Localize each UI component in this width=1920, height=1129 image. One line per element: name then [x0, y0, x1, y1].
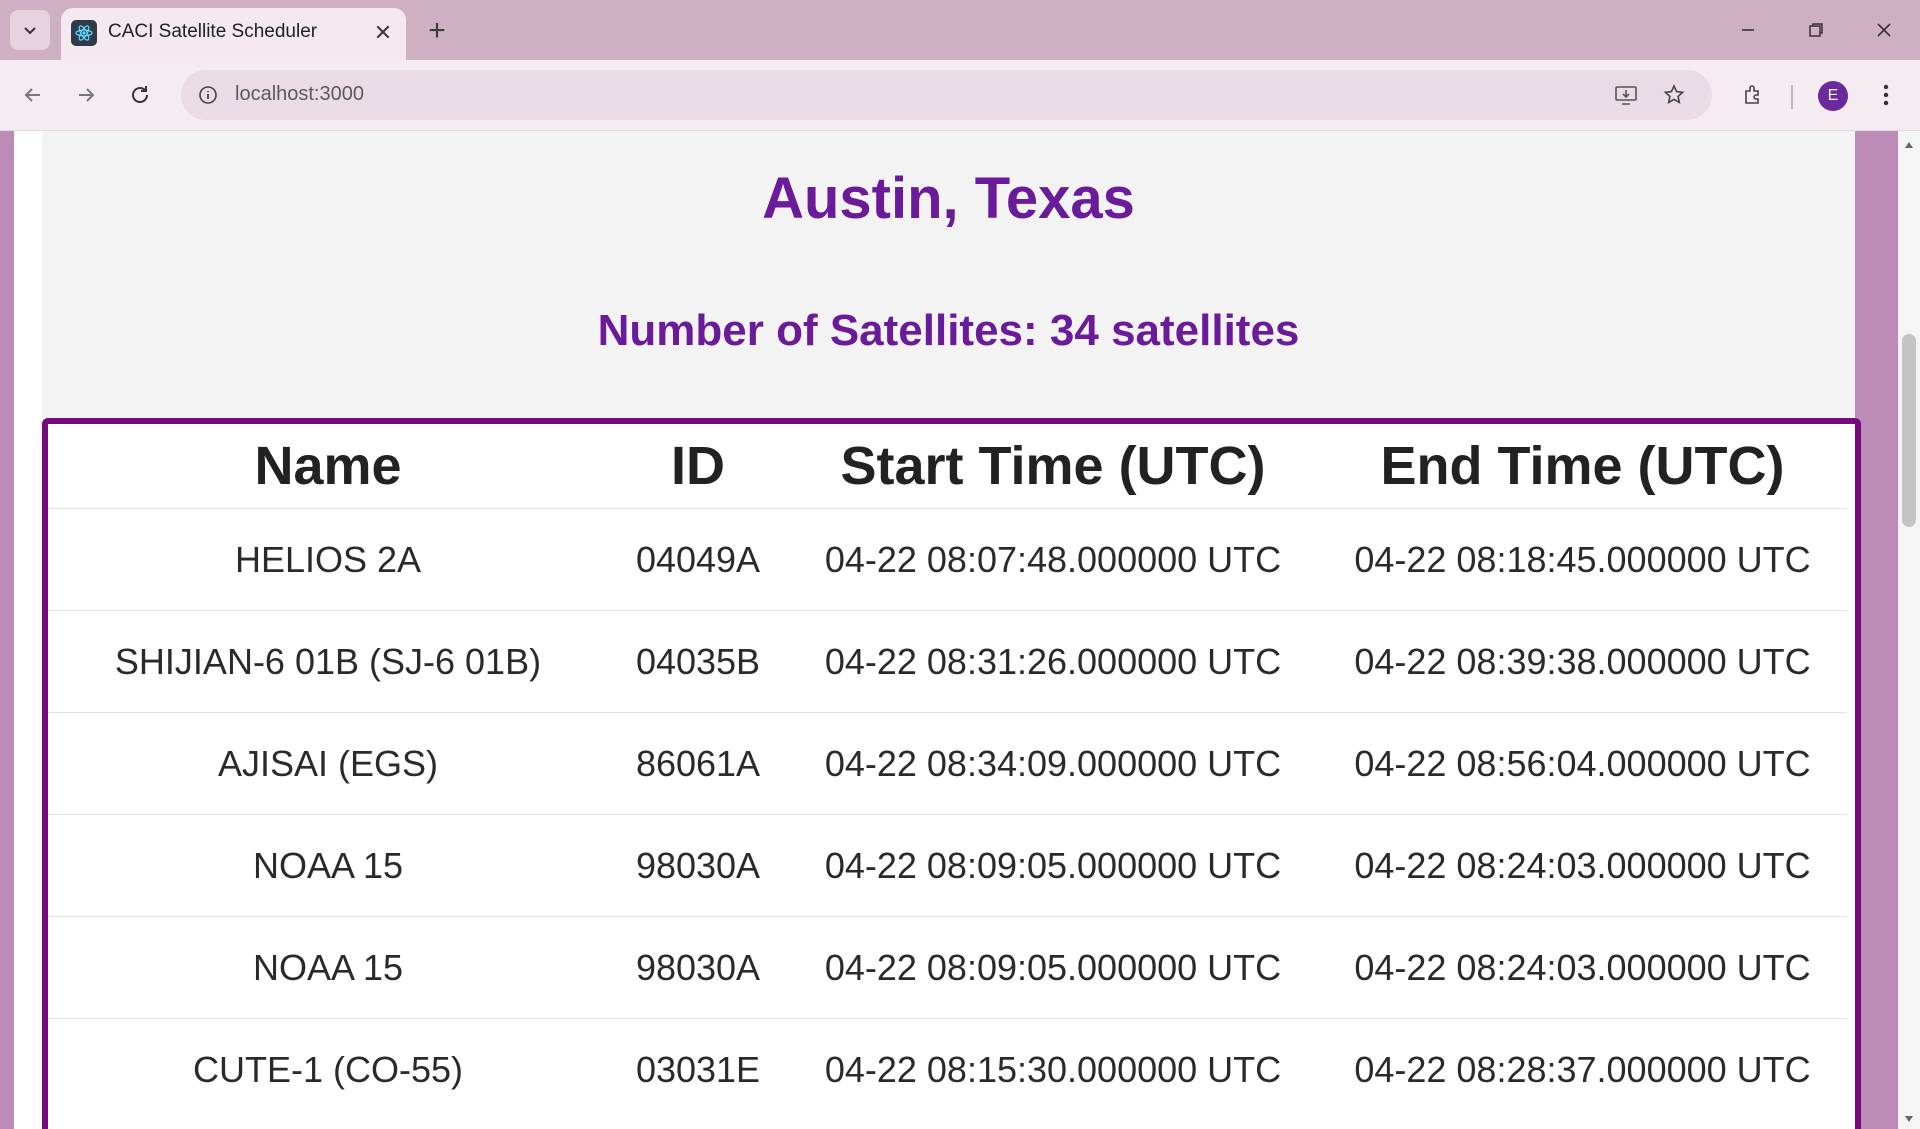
- scrollbar-thumb[interactable]: [1902, 334, 1916, 527]
- forward-button[interactable]: [66, 75, 106, 115]
- minimize-icon: [1742, 29, 1754, 31]
- table-row: NOAA 15 98030A 04-22 08:09:05.000000 UTC…: [48, 814, 1847, 917]
- minimize-button[interactable]: [1720, 10, 1776, 50]
- satellite-table: Name ID Start Time (UTC) End Time (UTC) …: [48, 424, 1847, 1120]
- page-viewport: Austin, Texas Number of Satellites: 34 s…: [0, 131, 1898, 1129]
- content-panel: Austin, Texas Number of Satellites: 34 s…: [14, 131, 1861, 1129]
- menu-kebab-icon[interactable]: [1866, 75, 1906, 115]
- table-header-row: Name ID Start Time (UTC) End Time (UTC): [48, 424, 1847, 509]
- cell-end: 04-22 08:18:45.000000 UTC: [1318, 508, 1847, 611]
- header-end-time: End Time (UTC): [1380, 436, 1785, 496]
- cell-start: 04-22 08:15:30.000000 UTC: [788, 1018, 1318, 1120]
- cell-name: SHIJIAN-6 01B (SJ-6 01B): [48, 610, 608, 713]
- cell-id: 86061A: [608, 712, 788, 815]
- cell-end: 04-22 08:24:03.000000 UTC: [1318, 814, 1847, 917]
- page-scrollbar[interactable]: [1898, 131, 1920, 1129]
- new-tab-button[interactable]: +: [420, 14, 454, 48]
- star-icon[interactable]: [1658, 80, 1690, 110]
- cell-id: 98030A: [608, 814, 788, 917]
- react-icon: [71, 20, 97, 46]
- cell-id: 98030A: [608, 916, 788, 1019]
- cell-start: 04-22 08:34:09.000000 UTC: [788, 712, 1318, 815]
- count-value: 34 satellites: [1049, 306, 1300, 355]
- url-text[interactable]: localhost:3000: [235, 83, 364, 106]
- reload-icon: [132, 86, 148, 103]
- cell-name: NOAA 15: [48, 814, 608, 917]
- cell-start: 04-22 08:31:26.000000 UTC: [788, 610, 1318, 713]
- profile-avatar[interactable]: E: [1818, 81, 1848, 111]
- site-info-icon[interactable]: [193, 80, 223, 110]
- address-bar[interactable]: localhost:3000: [181, 70, 1712, 120]
- cell-end: 04-22 08:28:37.000000 UTC: [1318, 1018, 1847, 1120]
- cell-name: CUTE-1 (CO-55): [48, 1018, 608, 1120]
- table-row: SHIJIAN-6 01B (SJ-6 01B) 04035B 04-22 08…: [48, 610, 1847, 713]
- header-start-time: Start Time (UTC): [840, 436, 1266, 496]
- results-card: Austin, Texas Number of Satellites: 34 s…: [42, 131, 1861, 1129]
- header-name: Name: [254, 436, 402, 496]
- header-id: ID: [671, 436, 725, 496]
- arrow-right-icon: [79, 88, 95, 102]
- scroll-up-arrow-icon[interactable]: [1898, 135, 1920, 155]
- satellite-table-container: Name ID Start Time (UTC) End Time (UTC) …: [42, 418, 1861, 1129]
- cell-id: 04035B: [608, 610, 788, 713]
- satellite-count: Number of Satellites: 34 satellites: [42, 306, 1855, 356]
- tab-strip: CACI Satellite Scheduler ✕ +: [0, 0, 1920, 60]
- location-title: Austin, Texas: [762, 166, 1135, 231]
- tab-search-button[interactable]: [10, 10, 50, 50]
- cell-name: HELIOS 2A: [48, 508, 608, 611]
- reload-button[interactable]: [120, 75, 160, 115]
- cell-id: 03031E: [608, 1018, 788, 1120]
- cell-start: 04-22 08:07:48.000000 UTC: [788, 508, 1318, 611]
- count-label: Number of Satellites:: [597, 306, 1050, 355]
- restore-button[interactable]: [1788, 10, 1844, 50]
- chevron-down-icon: [24, 27, 36, 35]
- table-row: CUTE-1 (CO-55) 03031E 04-22 08:15:30.000…: [48, 1018, 1847, 1120]
- close-tab-icon[interactable]: ✕: [370, 20, 396, 46]
- cell-id: 04049A: [608, 508, 788, 611]
- install-app-icon[interactable]: [1610, 80, 1642, 110]
- cell-end: 04-22 08:39:38.000000 UTC: [1318, 610, 1847, 713]
- restore-icon: [1809, 23, 1823, 37]
- table-row: HELIOS 2A 04049A 04-22 08:07:48.000000 U…: [48, 508, 1847, 611]
- extensions-icon[interactable]: [1733, 75, 1773, 115]
- cell-end: 04-22 08:24:03.000000 UTC: [1318, 916, 1847, 1019]
- browser-tab[interactable]: CACI Satellite Scheduler ✕: [61, 8, 406, 60]
- arrow-left-icon: [24, 88, 40, 102]
- scroll-down-arrow-icon[interactable]: [1898, 1109, 1920, 1129]
- cell-name: AJISAI (EGS): [48, 712, 608, 815]
- table-row: AJISAI (EGS) 86061A 04-22 08:34:09.00000…: [48, 712, 1847, 815]
- cell-start: 04-22 08:09:05.000000 UTC: [788, 916, 1318, 1019]
- cell-start: 04-22 08:09:05.000000 UTC: [788, 814, 1318, 917]
- close-icon: [1877, 23, 1891, 37]
- close-window-button[interactable]: [1856, 10, 1912, 50]
- back-button[interactable]: [13, 75, 53, 115]
- tab-title: CACI Satellite Scheduler: [108, 21, 318, 42]
- table-row: NOAA 15 98030A 04-22 08:09:05.000000 UTC…: [48, 916, 1847, 1019]
- browser-toolbar: localhost:3000: [0, 60, 1920, 131]
- toolbar-divider: [1791, 85, 1793, 109]
- cell-name: NOAA 15: [48, 916, 608, 1019]
- cell-end: 04-22 08:56:04.000000 UTC: [1318, 712, 1847, 815]
